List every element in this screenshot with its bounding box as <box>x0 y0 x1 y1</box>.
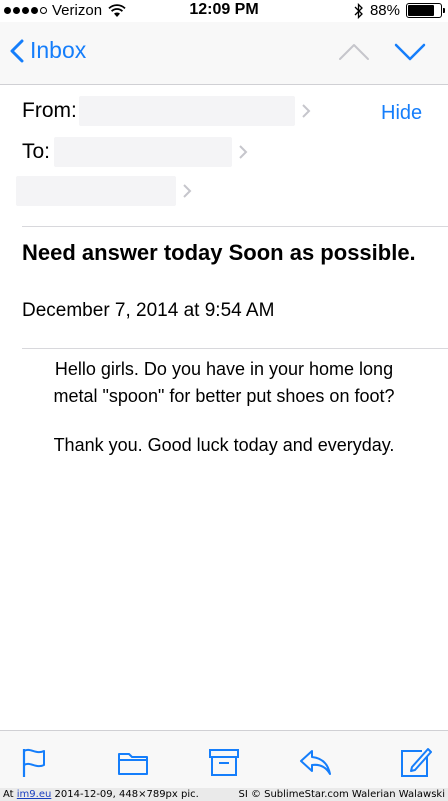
message-body-line: Hello girls. Do you have in your home lo… <box>54 359 394 379</box>
reply-icon[interactable] <box>298 745 332 779</box>
caption-site-link[interactable]: im9.eu <box>17 789 52 800</box>
previous-message-button[interactable] <box>338 42 370 62</box>
from-row[interactable]: From: <box>22 96 311 126</box>
battery-percent: 88% <box>369 2 400 19</box>
message-body-line: metal "spoon" for better put shoes on fo… <box>53 386 395 406</box>
back-label: Inbox <box>30 37 87 63</box>
chevron-right-icon <box>183 184 192 198</box>
back-to-inbox-button[interactable]: Inbox <box>10 37 86 64</box>
message-body-line: Thank you. Good luck today and everyday. <box>53 435 395 455</box>
caption-prefix: At <box>3 789 14 800</box>
recipient-row-2[interactable] <box>16 176 192 206</box>
hide-details-link[interactable]: Hide <box>381 102 422 125</box>
archive-icon[interactable] <box>207 745 241 779</box>
bottom-toolbar <box>0 730 448 789</box>
message-date: December 7, 2014 at 9:54 AM <box>22 300 275 321</box>
message-subject: Need answer today Soon as possible. <box>22 240 416 265</box>
to-row[interactable]: To: <box>22 137 248 167</box>
recipient-redacted <box>54 137 233 167</box>
caption-info: 2014-12-09, 448×789px pic. <box>54 789 199 800</box>
compose-icon[interactable] <box>398 745 432 779</box>
chevron-left-icon <box>10 39 24 62</box>
battery-icon <box>406 3 445 18</box>
status-bar: Verizon 12:09 PM 88% <box>0 0 448 22</box>
to-label: To: <box>22 140 51 163</box>
from-label: From: <box>22 99 77 122</box>
divider <box>22 348 448 349</box>
chevron-right-icon <box>302 104 311 118</box>
status-right: 88% <box>354 2 445 19</box>
caption-left: At im9.eu 2014-12-09, 448×789px pic. <box>3 788 199 801</box>
flag-icon[interactable] <box>18 745 52 779</box>
bluetooth-icon <box>354 2 363 19</box>
next-message-button[interactable] <box>394 42 426 62</box>
image-caption: At im9.eu 2014-12-09, 448×789px pic. SI … <box>0 788 448 801</box>
sender-redacted <box>78 96 295 126</box>
folder-icon[interactable] <box>116 745 150 779</box>
navigation-bar: Inbox <box>0 22 448 85</box>
divider <box>22 226 448 227</box>
chevron-right-icon <box>239 145 248 159</box>
caption-credit: SI © SublimeStar.com Walerian Walawski <box>238 789 445 800</box>
recipient-redacted-2 <box>16 176 176 206</box>
